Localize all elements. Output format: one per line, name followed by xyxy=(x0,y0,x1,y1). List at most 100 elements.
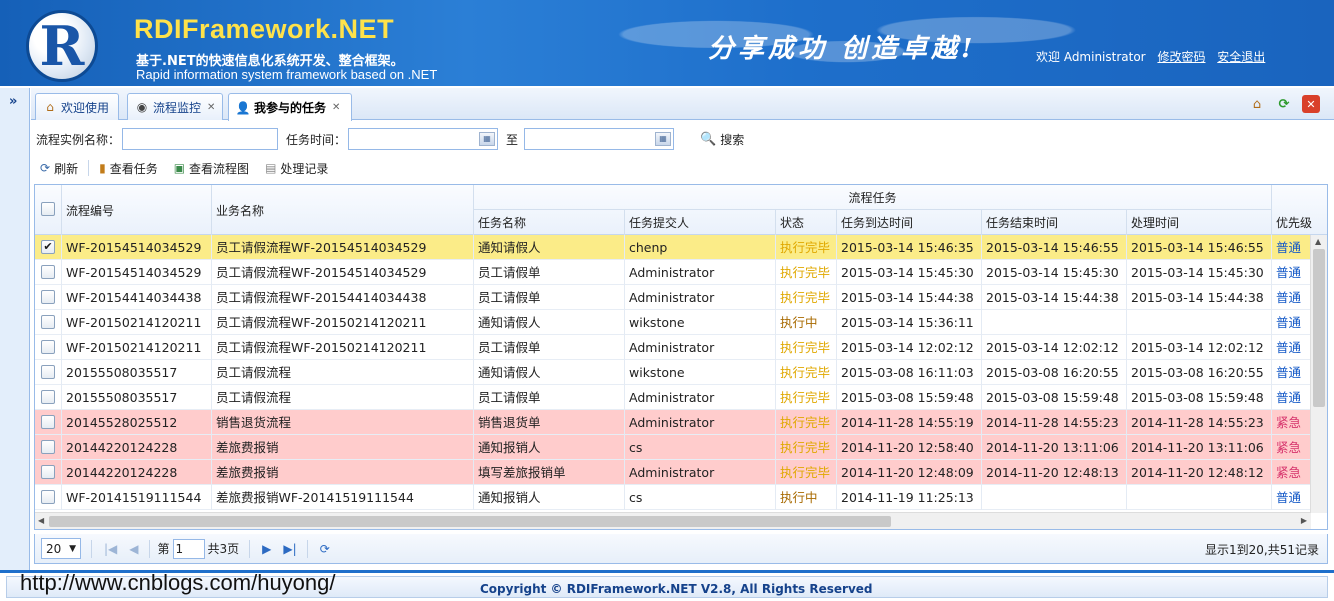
change-password-link[interactable]: 修改密码 xyxy=(1157,50,1205,64)
cell-biz-name: 员工请假流程WF-20154514034529 xyxy=(212,235,474,260)
row-checkbox[interactable] xyxy=(41,290,55,304)
cell-priority: 紧急 xyxy=(1272,410,1311,435)
vertical-scrollbar[interactable]: ▲ xyxy=(1310,235,1327,513)
table-row[interactable]: 20145528025512 销售退货流程 销售退货单 Administrator 执行… xyxy=(35,410,1311,435)
instance-name-input[interactable] xyxy=(122,128,279,150)
scroll-thumb[interactable] xyxy=(49,516,891,527)
row-checkbox[interactable] xyxy=(41,365,55,379)
close-icon[interactable]: ✕ xyxy=(1302,95,1320,113)
header-flow-no[interactable]: 流程编号 xyxy=(62,185,212,235)
calendar-icon[interactable]: ▦ xyxy=(655,132,672,146)
row-checkbox[interactable] xyxy=(41,315,55,329)
header-process-time[interactable]: 处理时间 xyxy=(1127,210,1272,235)
cell-process xyxy=(1127,485,1272,510)
home-icon[interactable]: ⌂ xyxy=(1248,95,1266,113)
refresh-button[interactable]: ⟳ 刷新 xyxy=(40,160,78,177)
table-row[interactable]: 20155508035517 员工请假流程 员工请假单 Administrator 执行… xyxy=(35,385,1311,410)
header-end-time[interactable]: 任务结束时间 xyxy=(982,210,1127,235)
header-arrive-time[interactable]: 任务到达时间 xyxy=(837,210,982,235)
sidebar-collapsed: » xyxy=(0,88,30,570)
select-all-header xyxy=(35,185,62,235)
task-time-from-input[interactable]: ▦ xyxy=(348,128,499,150)
expand-sidebar-icon[interactable]: » xyxy=(9,94,17,109)
tab-my-tasks[interactable]: 👤 我参与的任务 ✕ xyxy=(228,93,352,121)
table-row[interactable]: 20155508035517 员工请假流程 通知请假人 wikstone 执行完毕 201… xyxy=(35,360,1311,385)
cell-task-name: 员工请假单 xyxy=(474,335,625,360)
row-checkbox[interactable] xyxy=(41,465,55,479)
view-flowchart-button[interactable]: ▣ 查看流程图 xyxy=(174,160,249,177)
cell-process: 2015-03-14 15:44:38 xyxy=(1127,285,1272,310)
table-row[interactable]: WF-20141519111544 差旅费报销WF-20141519111544 通… xyxy=(35,485,1311,510)
calendar-icon[interactable]: ▦ xyxy=(479,132,496,146)
cell-end: 2014-11-20 13:11:06 xyxy=(982,435,1127,460)
close-tab-icon[interactable]: ✕ xyxy=(332,102,340,113)
view-task-button[interactable]: ▮ 查看任务 xyxy=(99,160,158,177)
document-icon: ▤ xyxy=(265,161,277,175)
row-checkbox[interactable] xyxy=(41,415,55,429)
page-prefix: 第 xyxy=(157,542,170,556)
footer: Copyright © RDIFramework.NET V2.8, All R… xyxy=(0,570,1334,601)
user-links: 欢迎 Administrator 修改密码 安全退出 xyxy=(1036,48,1265,65)
row-checkbox[interactable] xyxy=(41,440,55,454)
process-records-button[interactable]: ▤ 处理记录 xyxy=(265,160,328,177)
cell-submitter: Administrator xyxy=(625,385,776,410)
table-row[interactable]: 20144220124228 差旅费报销 填写差旅报销单 Administrator 执… xyxy=(35,460,1311,485)
search-button[interactable]: 🔍 搜索 xyxy=(700,131,744,148)
cell-status: 执行完毕 xyxy=(776,360,837,385)
cell-process: 2015-03-08 16:20:55 xyxy=(1127,360,1272,385)
row-checkbox[interactable]: ✔ xyxy=(41,240,55,254)
slogan: 分享成功 创造卓越! xyxy=(708,34,977,64)
scroll-left-icon[interactable]: ◀ xyxy=(38,516,44,525)
close-tab-icon[interactable]: ✕ xyxy=(207,102,215,113)
row-checkbox[interactable] xyxy=(41,390,55,404)
scroll-right-icon[interactable]: ▶ xyxy=(1301,516,1307,525)
next-page-icon[interactable]: ▶ xyxy=(262,542,271,556)
table-row[interactable]: 20144220124228 差旅费报销 通知报销人 cs 执行完毕 2014-11-20… xyxy=(35,435,1311,460)
prev-page-icon[interactable]: ◀ xyxy=(129,542,138,556)
cell-priority: 紧急 xyxy=(1272,435,1311,460)
tab-welcome[interactable]: ⌂ 欢迎使用 xyxy=(35,93,119,120)
cell-priority: 普通 xyxy=(1272,310,1311,335)
table-row[interactable]: WF-20150214120211 员工请假流程WF-20150214120211… xyxy=(35,335,1311,360)
tab-process-monitor[interactable]: ◉ 流程监控 ✕ xyxy=(127,93,223,120)
scroll-thumb[interactable] xyxy=(1313,249,1325,407)
header-group-process-task: 流程任务 xyxy=(474,185,1272,210)
header-status[interactable]: 状态 xyxy=(776,210,837,235)
pager-separator xyxy=(249,539,251,558)
header-biz-name[interactable]: 业务名称 xyxy=(212,185,474,235)
page-number-input[interactable]: 1 xyxy=(172,538,205,559)
row-checkbox[interactable] xyxy=(41,265,55,279)
last-page-icon[interactable]: ▶| xyxy=(283,542,296,556)
cell-arrive: 2014-11-28 14:55:19 xyxy=(837,410,982,435)
grid-toolbar: ⟳ 刷新 ▮ 查看任务 ▣ 查看流程图 ▤ 处理记录 xyxy=(40,157,344,179)
table-row[interactable]: WF-20150214120211 员工请假流程WF-20150214120211… xyxy=(35,310,1311,335)
cell-task-name: 员工请假单 xyxy=(474,385,625,410)
task-grid: 流程编号 业务名称 流程任务 任务名称 任务提交人 状态 任务到达时间 任务结束… xyxy=(34,184,1328,530)
cell-task-name: 销售退货单 xyxy=(474,410,625,435)
refresh-icon[interactable]: ⟳ xyxy=(1275,95,1293,113)
page-size-select[interactable]: 20 ▼ xyxy=(41,538,81,559)
cell-end: 2015-03-08 16:20:55 xyxy=(982,360,1127,385)
horizontal-scrollbar[interactable]: ◀ ▶ xyxy=(35,512,1311,529)
cell-priority: 紧急 xyxy=(1272,460,1311,485)
cell-process: 2015-03-14 12:02:12 xyxy=(1127,335,1272,360)
table-row[interactable]: WF-20154514034529 员工请假流程WF-20154514034529… xyxy=(35,260,1311,285)
cell-arrive: 2015-03-14 15:45:30 xyxy=(837,260,982,285)
first-page-icon[interactable]: |◀ xyxy=(104,542,117,556)
select-all-checkbox[interactable] xyxy=(41,202,55,216)
search-icon: 🔍 xyxy=(700,131,717,147)
cell-status: 执行中 xyxy=(776,485,837,510)
header-task-name[interactable]: 任务名称 xyxy=(474,210,625,235)
scroll-up-icon[interactable]: ▲ xyxy=(1315,237,1321,246)
row-checkbox[interactable] xyxy=(41,340,55,354)
header-priority[interactable]: 优先级 xyxy=(1272,210,1327,235)
logout-link[interactable]: 安全退出 xyxy=(1217,50,1265,64)
table-row[interactable]: ✔ WF-20154514034529 员工请假流程WF-2015451403452… xyxy=(35,235,1311,260)
user-task-icon: 👤 xyxy=(235,100,251,115)
task-time-to-input[interactable]: ▦ xyxy=(524,128,675,150)
search-button-label: 搜索 xyxy=(720,132,745,147)
reload-icon[interactable]: ⟳ xyxy=(320,542,330,556)
table-row[interactable]: WF-20154414034438 员工请假流程WF-20154414034438… xyxy=(35,285,1311,310)
header-submitter[interactable]: 任务提交人 xyxy=(625,210,776,235)
row-checkbox[interactable] xyxy=(41,490,55,504)
